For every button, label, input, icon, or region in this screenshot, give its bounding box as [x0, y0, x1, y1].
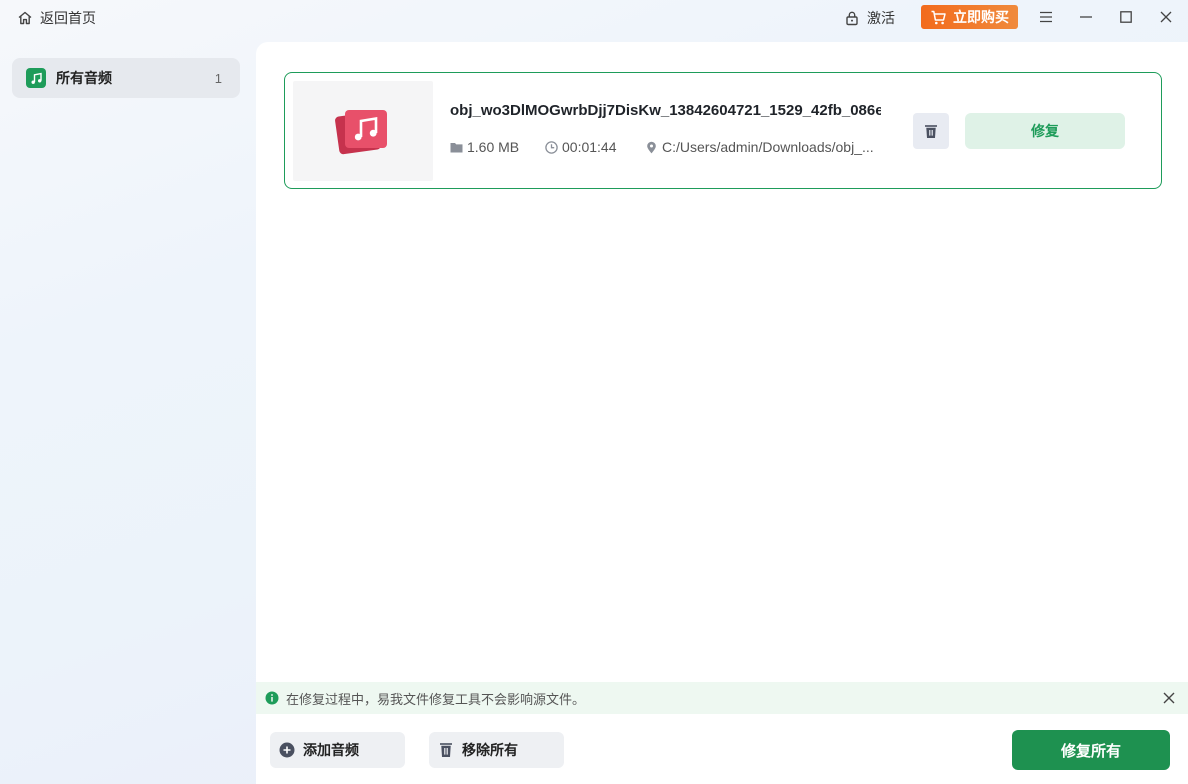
title-bar: 返回首页 激活 立即购买	[0, 0, 1188, 34]
music-note-icon	[26, 68, 46, 88]
activate-label: 激活	[867, 10, 895, 26]
file-size: 1.60 MB	[450, 139, 519, 155]
sidebar-item-label: 所有音频	[56, 70, 112, 86]
home-icon	[18, 11, 32, 25]
close-icon	[1160, 11, 1172, 23]
file-duration-value: 00:01:44	[562, 139, 617, 155]
repair-all-button[interactable]: 修复所有	[1012, 730, 1170, 770]
delete-file-button[interactable]	[913, 113, 949, 149]
hamburger-icon	[1040, 11, 1052, 23]
audio-file-icon	[335, 110, 387, 155]
sidebar-item-all-audio[interactable]: 所有音频 1	[12, 58, 240, 98]
maximize-icon	[1120, 11, 1132, 23]
location-pin-icon	[647, 141, 656, 153]
file-card[interactable]: obj_wo3DlMOGwrbDjj7DisKw_13842604721_152…	[284, 72, 1162, 189]
trash-icon	[440, 743, 452, 757]
buy-now-label: 立即购买	[953, 9, 1009, 25]
close-window-button[interactable]	[1156, 7, 1176, 27]
info-banner: 在修复过程中，易我文件修复工具不会影响源文件。	[256, 682, 1188, 714]
repair-file-button[interactable]: 修复	[965, 113, 1125, 149]
lock-icon	[846, 11, 858, 26]
file-size-value: 1.60 MB	[467, 139, 520, 155]
folder-icon	[450, 142, 463, 152]
buy-now-button[interactable]: 立即购买	[921, 5, 1018, 29]
minimize-icon	[1080, 16, 1092, 18]
back-to-home-button[interactable]: 返回首页	[17, 8, 96, 28]
add-circle-icon	[279, 742, 295, 758]
remove-all-button[interactable]: 移除所有	[429, 732, 564, 768]
add-audio-button[interactable]: 添加音频	[270, 732, 405, 768]
sidebar-item-count: 1	[214, 70, 222, 86]
close-banner-icon[interactable]	[1162, 691, 1176, 705]
maximize-button[interactable]	[1116, 7, 1136, 27]
file-duration: 00:01:44	[545, 139, 617, 155]
main-panel: obj_wo3DlMOGwrbDjj7DisKw_13842604721_152…	[256, 42, 1188, 784]
back-to-home-label: 返回首页	[40, 10, 96, 26]
trash-icon	[925, 125, 937, 138]
remove-all-label: 移除所有	[462, 742, 518, 758]
cart-icon	[931, 10, 946, 24]
file-name: obj_wo3DlMOGwrbDjj7DisKw_13842604721_152…	[450, 102, 881, 119]
info-icon	[265, 691, 279, 705]
minimize-button[interactable]	[1076, 7, 1096, 27]
file-thumbnail	[293, 81, 433, 181]
menu-button[interactable]	[1036, 7, 1056, 27]
info-banner-text: 在修复过程中，易我文件修复工具不会影响源文件。	[286, 691, 586, 707]
file-path: C:/Users/admin/Downloads/obj_...	[645, 139, 881, 155]
clock-icon	[545, 140, 558, 154]
add-audio-label: 添加音频	[303, 742, 359, 758]
file-path-value: C:/Users/admin/Downloads/obj_...	[662, 139, 874, 155]
activate-button[interactable]: 激活	[844, 8, 895, 28]
